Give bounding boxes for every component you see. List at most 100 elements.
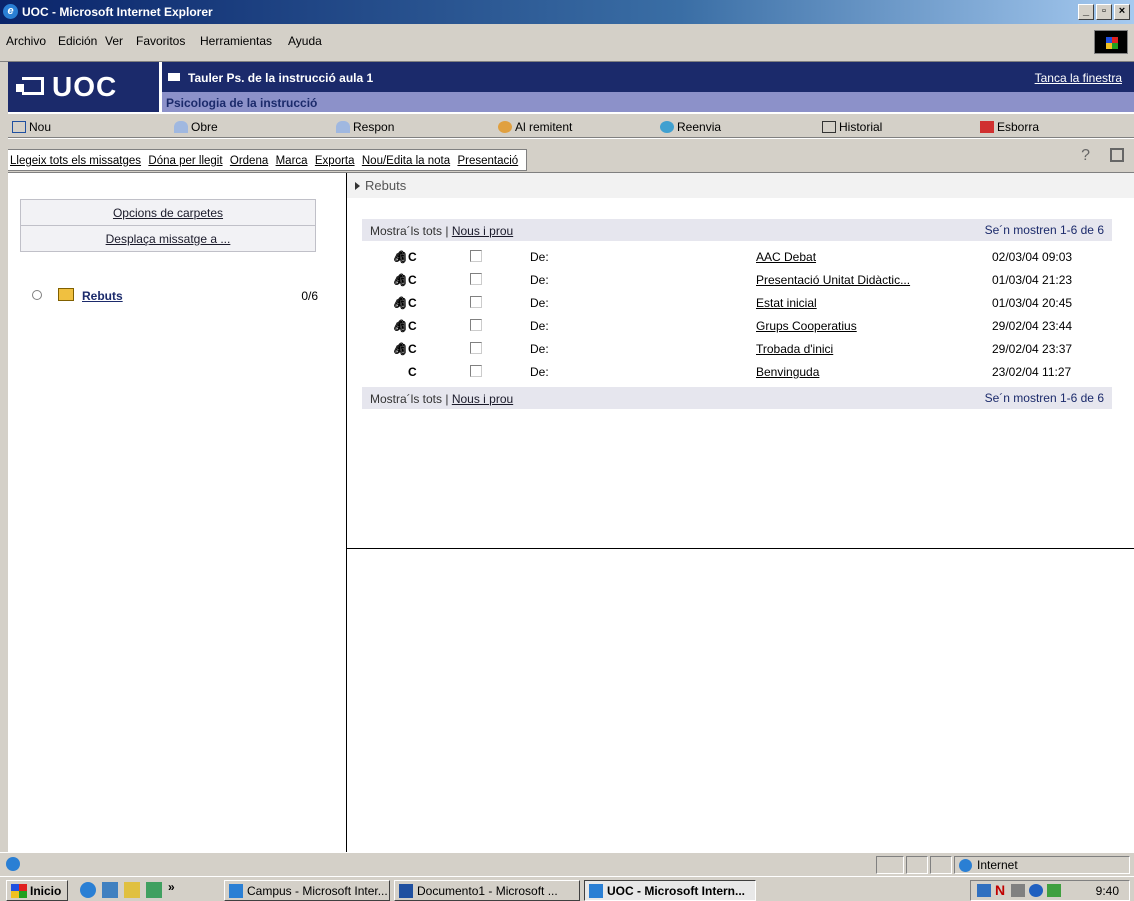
menu-ver[interactable]: Ver	[105, 34, 123, 48]
pager-top: Mostra´ls tots | Nous i prou Se´n mostre…	[362, 219, 1112, 241]
sender-icon	[498, 121, 512, 133]
edit-note-link[interactable]: Nou/Edita la nota	[362, 155, 450, 167]
new-button[interactable]: Nou	[12, 120, 51, 134]
outlook-quicklaunch-icon[interactable]	[102, 882, 118, 898]
move-message-button[interactable]: Desplaça missatge a ...	[20, 225, 316, 252]
word-icon	[399, 884, 413, 898]
app-quicklaunch-icon[interactable]	[146, 882, 162, 898]
folder-options-button[interactable]: Opcions de carpetes	[20, 199, 316, 226]
history-button[interactable]: Historial	[822, 120, 882, 134]
preview-divider[interactable]	[347, 548, 1134, 549]
attachment-icon: 🖇	[392, 319, 408, 333]
from-label: De:	[530, 365, 549, 379]
menu-edicion[interactable]: Edición	[58, 34, 97, 48]
more-chevron-icon[interactable]: »	[168, 880, 175, 894]
taskbar-item-campus[interactable]: Campus - Microsoft Inter...	[224, 880, 390, 901]
menu-ayuda[interactable]: Ayuda	[288, 34, 322, 48]
select-checkbox[interactable]	[470, 273, 482, 285]
subject-link[interactable]: Presentació Unitat Didàctic...	[756, 273, 910, 287]
subject-link[interactable]: Grups Cooperatius	[756, 319, 857, 333]
folder-radio[interactable]	[32, 290, 42, 300]
show-all-link[interactable]: Mostra´ls tots |	[370, 392, 448, 406]
menu-herramientas[interactable]: Herramientas	[200, 34, 272, 48]
message-row[interactable]: 🖇 C De: Trobada d'inici 29/02/04 23:37	[362, 338, 1112, 361]
ie-icon: e	[3, 4, 18, 19]
show-all-link[interactable]: Mostra´ls tots |	[370, 224, 448, 238]
ie-quicklaunch-icon[interactable]	[80, 882, 96, 898]
read-all-link[interactable]: Llegeix tots els missatges	[10, 155, 141, 167]
date: 01/03/04 20:45	[992, 296, 1073, 310]
new-more-link[interactable]: Nous i prou	[452, 224, 513, 238]
folder-count: 0/6	[301, 289, 318, 303]
showing-count: Se´n mostren 1-6 de 6	[984, 223, 1104, 237]
message-row[interactable]: 🖇 C De: Estat inicial 01/03/04 20:45	[362, 292, 1112, 315]
select-checkbox[interactable]	[470, 250, 482, 262]
history-icon	[822, 121, 836, 133]
subject-link[interactable]: Estat inicial	[756, 296, 817, 310]
close-window-link[interactable]: Tanca la finestra	[1035, 71, 1122, 85]
delete-icon	[980, 121, 994, 133]
select-checkbox[interactable]	[470, 365, 482, 377]
from-label: De:	[530, 250, 549, 264]
new-more-link[interactable]: Nous i prou	[452, 392, 513, 406]
select-checkbox[interactable]	[470, 319, 482, 331]
subject-link[interactable]: Trobada d'inici	[756, 342, 833, 356]
taskbar-item-uoc[interactable]: UOC - Microsoft Intern...	[584, 880, 756, 901]
flag: C	[408, 319, 417, 333]
tray-app-icon[interactable]	[1047, 884, 1061, 897]
export-link[interactable]: Exporta	[315, 155, 355, 167]
delete-button[interactable]: Esborra	[980, 120, 1039, 134]
desktop-quicklaunch-icon[interactable]	[124, 882, 140, 898]
message-row[interactable]: 🖇 C De: Grups Cooperatius 29/02/04 23:44	[362, 315, 1112, 338]
triangle-icon	[355, 182, 360, 190]
search-icon[interactable]	[1110, 148, 1124, 162]
subject-link[interactable]: Benvinguda	[756, 365, 819, 379]
taskbar: Inicio » Campus - Microsoft Inter... Doc…	[0, 876, 1134, 901]
uoc-logo[interactable]: UOC	[8, 62, 159, 112]
start-button[interactable]: Inicio	[6, 880, 68, 901]
new-icon	[12, 121, 26, 133]
message-row[interactable]: C De: Benvinguda 23/02/04 11:27	[362, 361, 1112, 384]
message-row[interactable]: 🖇 C De: AAC Debat 02/03/04 09:03	[362, 246, 1112, 269]
date: 29/02/04 23:44	[992, 319, 1073, 333]
help-icon[interactable]: ?	[1081, 147, 1090, 165]
message-row[interactable]: 🖇 C De: Presentació Unitat Didàctic... 0…	[362, 269, 1112, 292]
messenger-icon[interactable]	[1029, 884, 1043, 897]
mark-read-link[interactable]: Dóna per llegit	[148, 155, 222, 167]
date: 23/02/04 11:27	[992, 365, 1072, 379]
subject-link[interactable]: AAC Debat	[756, 250, 816, 264]
taskbar-item-documento[interactable]: Documento1 - Microsoft ...	[394, 880, 580, 901]
presentation-link[interactable]: Presentació	[457, 155, 518, 167]
select-checkbox[interactable]	[470, 296, 482, 308]
clock: 9:40	[1095, 884, 1119, 898]
reply-sender-button[interactable]: Al remitent	[498, 120, 572, 134]
network-icon[interactable]	[977, 884, 991, 897]
close-button[interactable]: ×	[1114, 4, 1130, 20]
board-title: Tauler Ps. de la instrucció aula 1	[188, 71, 374, 85]
title-bar: e UOC - Microsoft Internet Explorer _ ▫ …	[0, 0, 1134, 24]
date: 02/03/04 09:03	[992, 250, 1073, 264]
zone-cell: Internet	[954, 856, 1130, 874]
reply-button[interactable]: Respon	[336, 120, 394, 134]
forward-button[interactable]: Reenvia	[660, 120, 721, 134]
ie-icon	[229, 884, 243, 898]
maximize-button[interactable]: ▫	[1096, 4, 1112, 20]
subject-title: Psicologia de la instrucció	[166, 96, 318, 110]
minimize-button[interactable]: _	[1078, 4, 1094, 20]
folder-icon	[58, 288, 74, 301]
toolbar: Nou Obre Respon Al remitent Reenvia Hist…	[8, 112, 1134, 138]
attachment-icon: 🖇	[392, 296, 408, 310]
folder-name[interactable]: Rebuts	[82, 289, 123, 303]
select-checkbox[interactable]	[470, 342, 482, 354]
envelope-icon	[168, 73, 180, 81]
forward-icon	[660, 121, 674, 133]
antivirus-icon[interactable]: N	[995, 882, 1005, 898]
blank-field	[527, 205, 687, 218]
page-content: UOC Tauler Ps. de la instrucció aula 1 T…	[8, 62, 1134, 852]
volume-icon[interactable]	[1011, 884, 1025, 897]
menu-favoritos[interactable]: Favoritos	[136, 34, 185, 48]
mark-link[interactable]: Marca	[276, 155, 308, 167]
sort-link[interactable]: Ordena	[230, 155, 268, 167]
open-button[interactable]: Obre	[174, 120, 218, 134]
menu-archivo[interactable]: Archivo	[6, 34, 46, 48]
